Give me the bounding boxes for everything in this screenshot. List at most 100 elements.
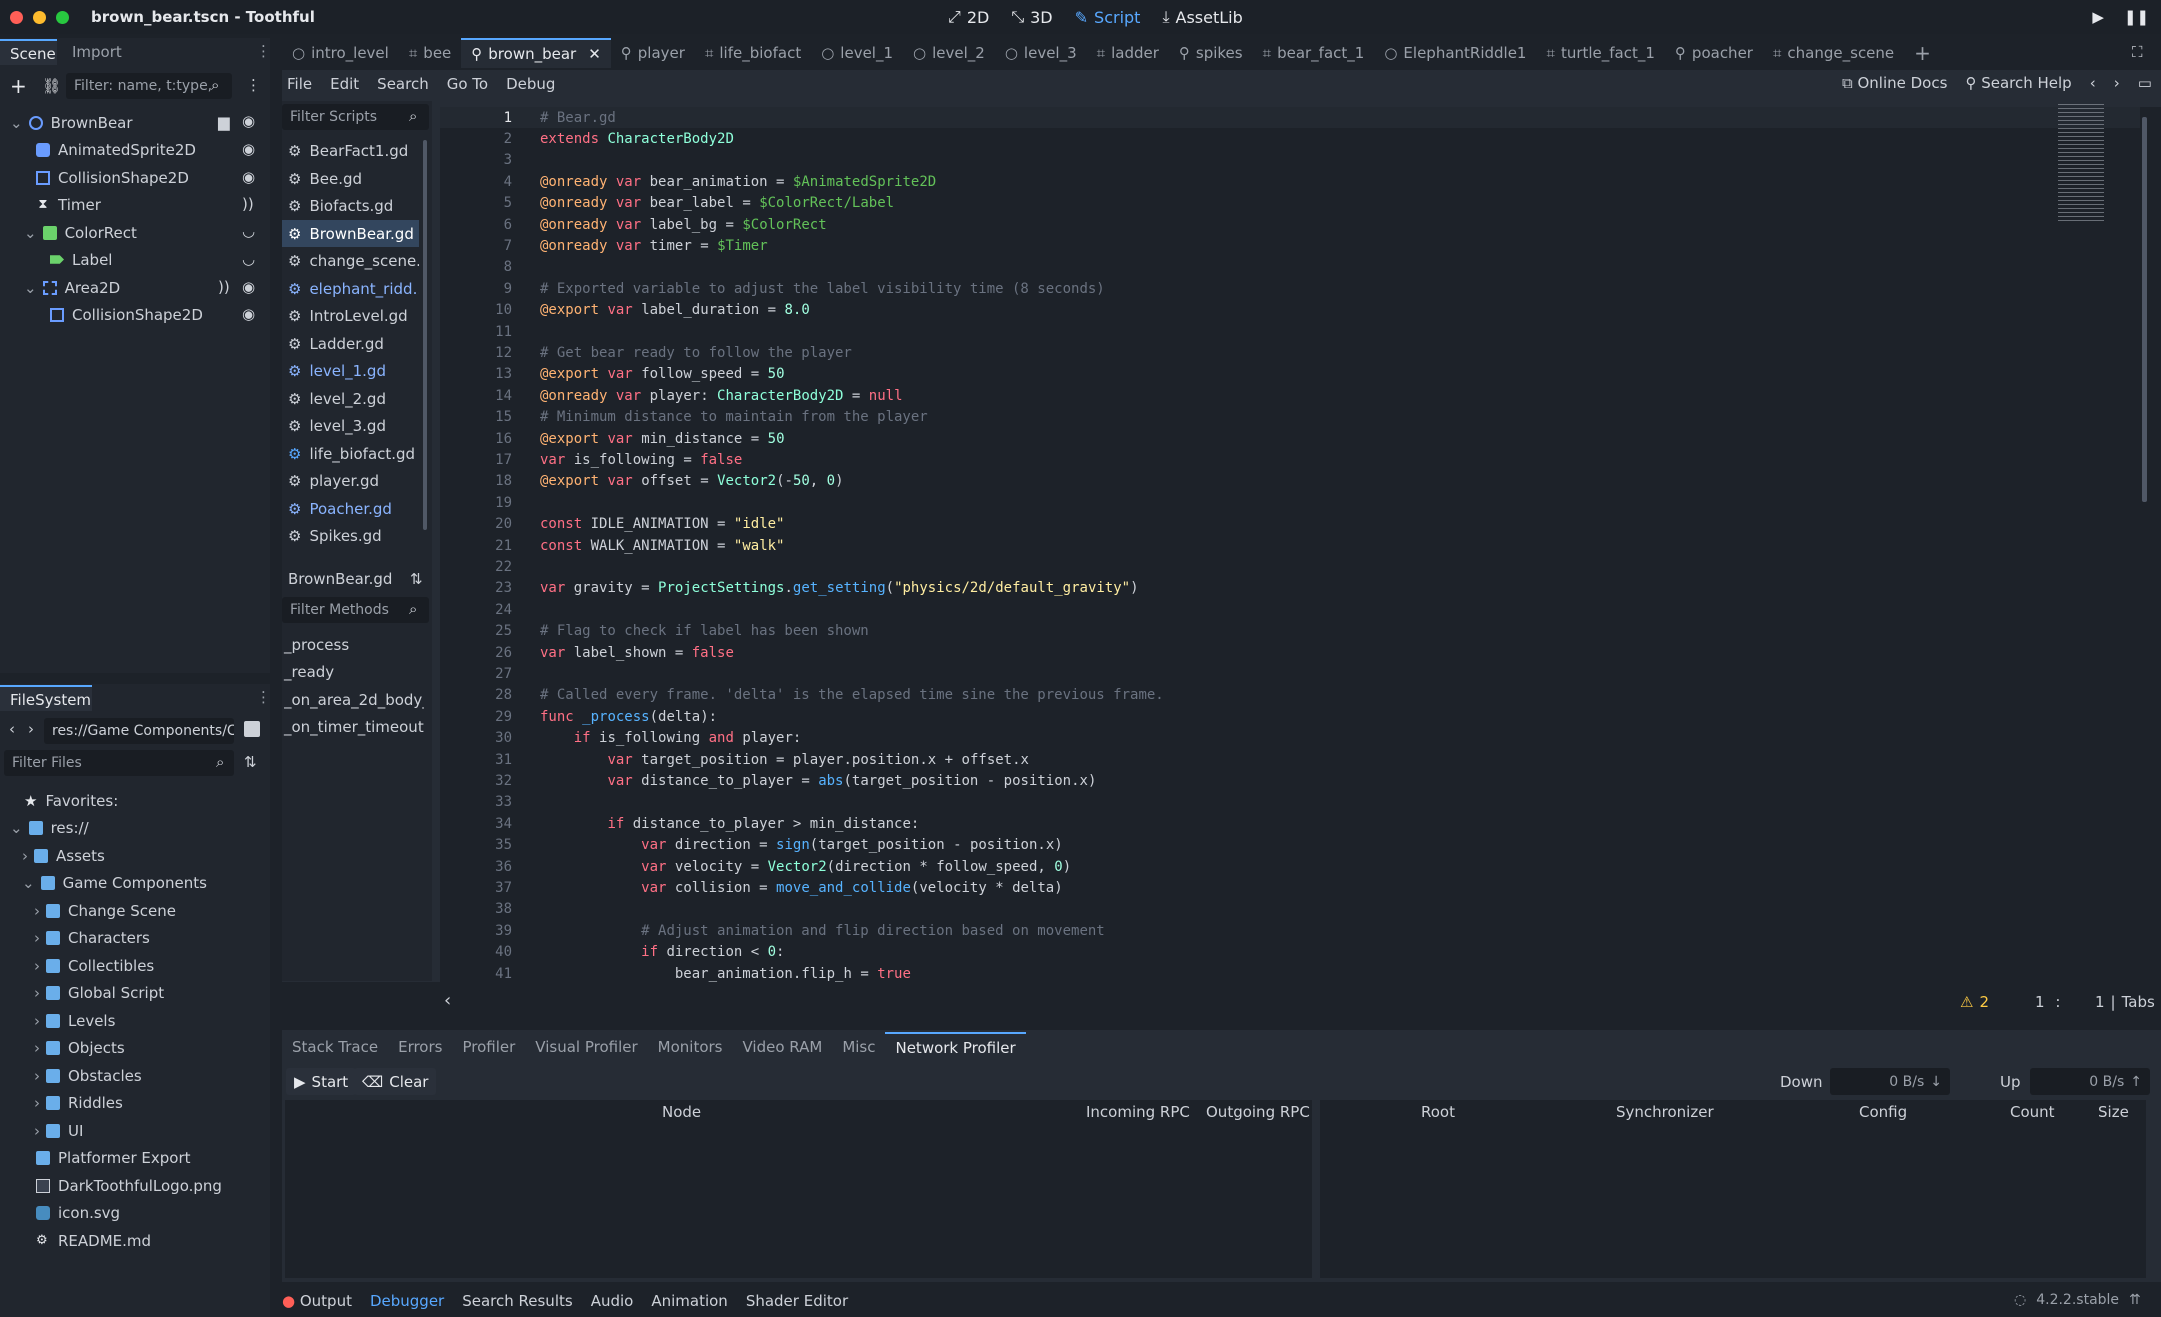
script-item[interactable]: ⚙ Spikes.gd bbox=[282, 522, 419, 549]
tree-node-collisionshape2d-area[interactable]: CollisionShape2D bbox=[50, 301, 203, 328]
search-help-button[interactable]: ⚲ Search Help bbox=[1965, 74, 2071, 92]
tab-brown-bear[interactable]: ⚲ brown_bear ✕ bbox=[461, 38, 611, 68]
tab-bear-fact-1[interactable]: ⌗ bear_fact_1 bbox=[1253, 38, 1375, 68]
line-number[interactable]: 20 bbox=[440, 516, 512, 532]
play-icon[interactable]: ▶ bbox=[2092, 8, 2104, 26]
line-number[interactable]: 40 bbox=[440, 944, 512, 960]
file-icon-svg[interactable]: icon.svg bbox=[36, 1199, 120, 1226]
tab-bee[interactable]: ⌗ bee bbox=[399, 38, 461, 68]
code-line[interactable]: 20 const IDLE_ANIMATION = "idle" bbox=[440, 514, 2140, 535]
code-line[interactable]: 13 @export var follow_speed = 50 bbox=[440, 364, 2140, 385]
code-line[interactable]: 35 var direction = sign(target_position … bbox=[440, 835, 2140, 856]
script-item[interactable]: ⚙ elephant_ridd... bbox=[282, 275, 419, 302]
start-button[interactable]: ▶ Start bbox=[286, 1068, 357, 1095]
line-number[interactable]: 15 bbox=[440, 409, 512, 425]
code-line[interactable]: 26 var label_shown = false bbox=[440, 642, 2140, 663]
online-docs-button[interactable]: ⧉ Online Docs bbox=[1842, 74, 1947, 92]
line-number[interactable]: 1 bbox=[440, 110, 512, 126]
mode-3d-button[interactable]: ⤡ 3D bbox=[1011, 7, 1052, 27]
code-line[interactable]: 9 # Exported variable to adjust the label… bbox=[440, 278, 2140, 299]
tab-errors[interactable]: Errors bbox=[388, 1032, 452, 1062]
visibility-closed-eye-icon[interactable]: ◡ bbox=[242, 250, 255, 268]
history-back-icon[interactable]: ‹ bbox=[2090, 74, 2096, 92]
line-number[interactable]: 10 bbox=[440, 302, 512, 318]
script-item[interactable]: ⚙ Bee.gd bbox=[282, 165, 419, 192]
expand-bottom-panel-icon[interactable]: ⇈ bbox=[2129, 1292, 2141, 1308]
sort-icon[interactable]: ⇅ bbox=[410, 570, 423, 588]
code-line[interactable]: 12 # Get bear ready to follow the player bbox=[440, 342, 2140, 363]
line-number[interactable]: 16 bbox=[440, 431, 512, 447]
line-number[interactable]: 24 bbox=[440, 602, 512, 618]
column-config[interactable]: Config bbox=[1859, 1103, 1907, 1121]
code-line[interactable]: 30 if is_following and player: bbox=[440, 728, 2140, 749]
tab-level-3[interactable]: ○ level_3 bbox=[995, 38, 1087, 68]
code-line[interactable]: 8 bbox=[440, 257, 2140, 278]
script-item[interactable]: ⚙ Ladder.gd bbox=[282, 330, 419, 357]
script-item[interactable]: ⚙ change_scene... bbox=[282, 247, 419, 274]
link-icon[interactable]: ⛓ bbox=[42, 77, 61, 95]
script-item[interactable]: ⚙ player.gd bbox=[282, 467, 419, 494]
signal-icon[interactable]: )) bbox=[218, 278, 230, 296]
menu-edit[interactable]: Edit bbox=[330, 75, 359, 93]
mode-2d-button[interactable]: ⤢ 2D bbox=[948, 7, 989, 27]
close-window-button[interactable] bbox=[10, 10, 23, 24]
code-line[interactable]: 18 @export var offset = Vector2(-50, 0) bbox=[440, 471, 2140, 492]
code-minimap[interactable] bbox=[2058, 104, 2104, 224]
warning-count[interactable]: 2 bbox=[1979, 993, 1989, 1011]
column-node[interactable]: Node bbox=[662, 1103, 701, 1121]
code-line[interactable]: 11 bbox=[440, 321, 2140, 342]
tab-network-profiler[interactable]: Network Profiler bbox=[885, 1032, 1026, 1062]
tab-ladder[interactable]: ⌗ ladder bbox=[1087, 38, 1169, 68]
tree-node-brownbear[interactable]: ⌄ BrownBear bbox=[10, 109, 133, 136]
tab-elephant-riddle-1[interactable]: ○ ElephantRiddle1 bbox=[1374, 38, 1536, 68]
mode-script-button[interactable]: ✎ Script bbox=[1075, 8, 1141, 27]
tree-node-animatedsprite2d[interactable]: AnimatedSprite2D bbox=[36, 136, 196, 163]
menu-go-to[interactable]: Go To bbox=[447, 75, 488, 93]
line-number[interactable]: 41 bbox=[440, 966, 512, 982]
path-field[interactable]: res://Game Components/C bbox=[44, 718, 234, 744]
visibility-eye-icon[interactable]: ◉ bbox=[242, 140, 255, 158]
folder-levels[interactable]: › Levels bbox=[34, 1007, 115, 1034]
tab-life-biofact[interactable]: ⌗ life_biofact bbox=[695, 38, 811, 68]
tab-stack-trace[interactable]: Stack Trace bbox=[282, 1032, 388, 1062]
folder-objects[interactable]: › Objects bbox=[34, 1034, 125, 1061]
distraction-free-icon[interactable]: ⛶ bbox=[2132, 43, 2143, 61]
code-line[interactable]: 5 @onready var bear_label = $ColorRect/La… bbox=[440, 193, 2140, 214]
line-number[interactable]: 36 bbox=[440, 859, 512, 875]
tab-poacher[interactable]: ⚲ poacher bbox=[1665, 38, 1763, 68]
line-number[interactable]: 30 bbox=[440, 730, 512, 746]
code-line[interactable]: 1 # Bear.gd bbox=[440, 107, 2140, 128]
line-number[interactable]: 27 bbox=[440, 666, 512, 682]
line-number[interactable]: 25 bbox=[440, 623, 512, 639]
method-item[interactable]: _on_timer_timeout bbox=[284, 718, 424, 736]
warning-icon[interactable]: ⚠ bbox=[1960, 993, 1973, 1011]
code-line[interactable]: 4 @onready var bear_animation = $Animated… bbox=[440, 171, 2140, 192]
script-attached-icon[interactable]: ▆ bbox=[218, 113, 230, 131]
code-line[interactable]: 19 bbox=[440, 492, 2140, 513]
line-number[interactable]: 6 bbox=[440, 217, 512, 233]
forward-icon[interactable]: › bbox=[28, 720, 34, 738]
code-line[interactable]: 38 bbox=[440, 899, 2140, 920]
method-item[interactable]: _ready bbox=[284, 663, 334, 681]
code-line[interactable]: 7 @onready var timer = $Timer bbox=[440, 235, 2140, 256]
line-number[interactable]: 38 bbox=[440, 901, 512, 917]
line-number[interactable]: 33 bbox=[440, 794, 512, 810]
minimize-window-button[interactable] bbox=[33, 10, 46, 24]
filesystem-menu-icon[interactable]: ⋮ bbox=[256, 688, 271, 706]
file-darktoothfullogo[interactable]: DarkToothfulLogo.png bbox=[36, 1172, 222, 1199]
column-incoming-rpc[interactable]: Incoming RPC bbox=[1086, 1103, 1190, 1121]
line-number[interactable]: 12 bbox=[440, 345, 512, 361]
visibility-closed-eye-icon[interactable]: ◡ bbox=[242, 222, 255, 240]
filter-menu-icon[interactable]: ⋮ bbox=[246, 76, 261, 94]
tab-audio[interactable]: Audio bbox=[591, 1292, 634, 1310]
scene-dock-menu-icon[interactable]: ⋮ bbox=[256, 42, 271, 60]
line-number[interactable]: 17 bbox=[440, 452, 512, 468]
script-item[interactable]: ⚙ life_biofact.gd bbox=[282, 440, 419, 467]
tab-monitors[interactable]: Monitors bbox=[648, 1032, 733, 1062]
script-item[interactable]: ⚙ IntroLevel.gd bbox=[282, 302, 419, 329]
tree-node-label[interactable]: Label bbox=[50, 246, 112, 273]
tab-video-ram[interactable]: Video RAM bbox=[733, 1032, 833, 1062]
method-item[interactable]: _on_area_2d_body_... bbox=[284, 691, 424, 709]
folder-platformer-export[interactable]: Platformer Export bbox=[36, 1144, 191, 1171]
menu-file[interactable]: File bbox=[287, 75, 312, 93]
